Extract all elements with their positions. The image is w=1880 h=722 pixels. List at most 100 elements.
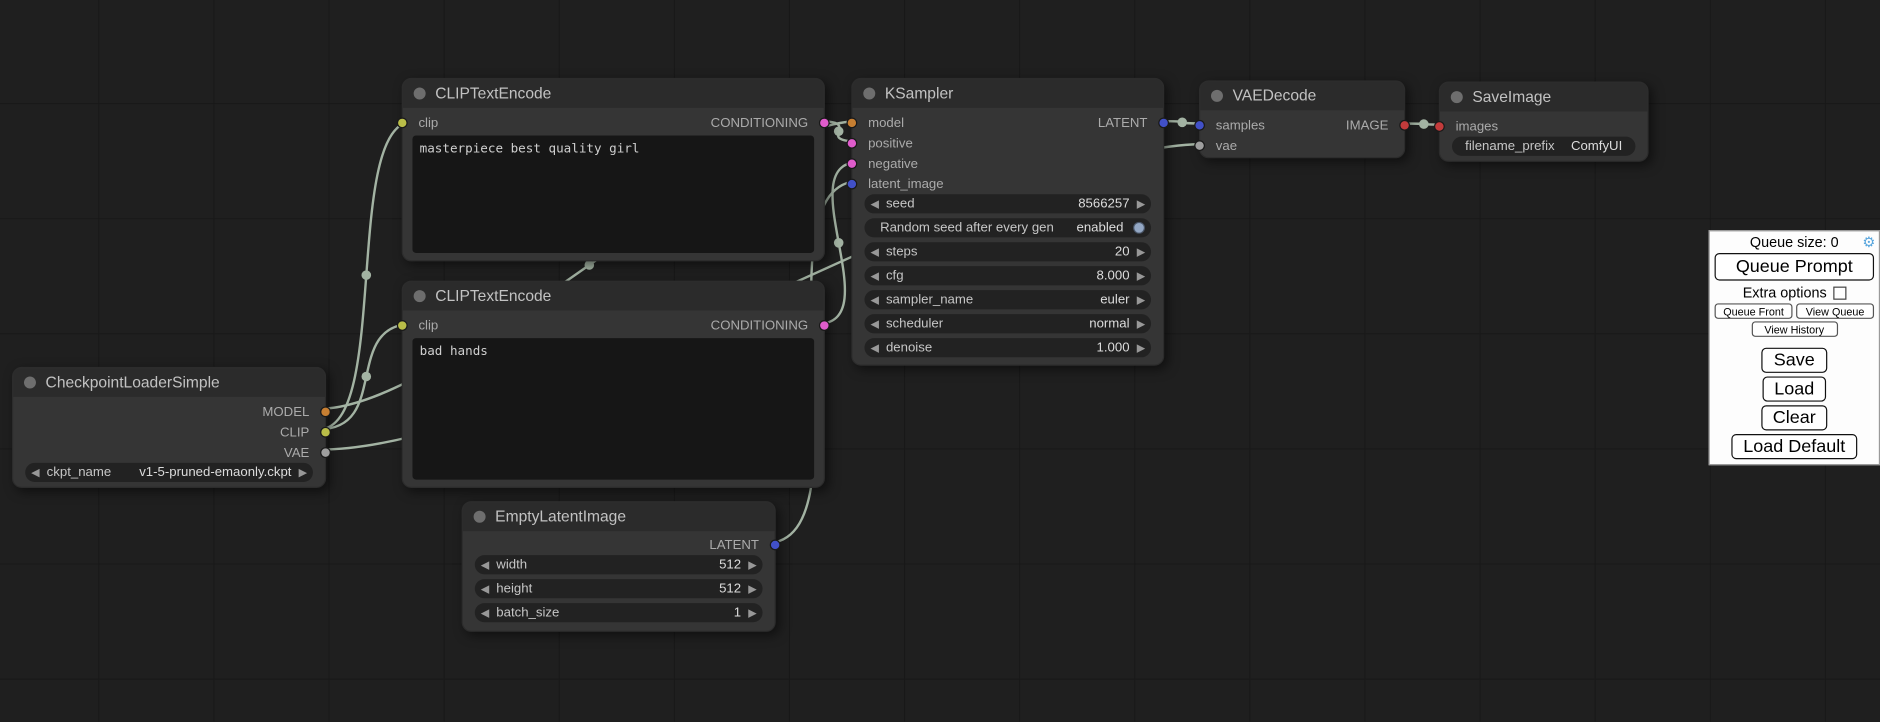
widget-scheduler[interactable]: ◀ scheduler normal ▶ bbox=[864, 314, 1151, 333]
increment-arrow-icon[interactable]: ▶ bbox=[748, 559, 756, 570]
load-button[interactable]: Load bbox=[1762, 376, 1826, 401]
output-label-latent: LATENT bbox=[709, 538, 759, 552]
decrement-arrow-icon[interactable]: ◀ bbox=[481, 583, 489, 594]
node-title[interactable]: CLIPTextEncode bbox=[403, 79, 824, 108]
view-queue-button[interactable]: View Queue bbox=[1796, 303, 1874, 319]
save-button[interactable]: Save bbox=[1762, 348, 1827, 373]
widget-cfg[interactable]: ◀ cfg 8.000 ▶ bbox=[864, 266, 1151, 285]
node-clip-text-encode-negative[interactable]: CLIPTextEncode clip CONDITIONING bad han… bbox=[402, 281, 825, 488]
node-vae-decode[interactable]: VAEDecode IMAGE samples vae bbox=[1199, 80, 1405, 158]
collapse-dot-icon[interactable] bbox=[414, 88, 426, 100]
collapse-dot-icon[interactable] bbox=[474, 511, 486, 523]
view-history-button[interactable]: View History bbox=[1751, 321, 1837, 337]
node-title[interactable]: CheckpointLoaderSimple bbox=[13, 368, 325, 397]
widget-batch-size[interactable]: ◀ batch_size 1 ▶ bbox=[475, 603, 763, 622]
widget-sampler-name[interactable]: ◀ sampler_name euler ▶ bbox=[864, 290, 1151, 309]
increment-arrow-icon[interactable]: ▶ bbox=[1137, 246, 1145, 257]
increment-arrow-icon[interactable]: ▶ bbox=[1137, 294, 1145, 305]
queue-front-button[interactable]: Queue Front bbox=[1715, 303, 1793, 319]
widget-value: euler bbox=[1100, 293, 1129, 307]
widget-value: ComfyUI bbox=[1571, 139, 1622, 153]
output-slot-vae[interactable] bbox=[320, 447, 331, 458]
collapse-dot-icon[interactable] bbox=[24, 376, 36, 388]
widget-height[interactable]: ◀ height 512 ▶ bbox=[475, 579, 763, 598]
increment-arrow-icon[interactable]: ▶ bbox=[1137, 270, 1145, 281]
decrement-arrow-icon[interactable]: ◀ bbox=[31, 467, 39, 478]
input-slot-images[interactable] bbox=[1434, 121, 1445, 132]
output-slot-model[interactable] bbox=[320, 406, 331, 417]
increment-arrow-icon[interactable]: ▶ bbox=[748, 607, 756, 618]
node-title[interactable]: VAEDecode bbox=[1200, 82, 1404, 111]
node-clip-text-encode-positive[interactable]: CLIPTextEncode clip CONDITIONING masterp… bbox=[402, 78, 825, 261]
extra-options-checkbox[interactable] bbox=[1833, 287, 1846, 300]
settings-gear-icon[interactable]: ⚙ bbox=[1862, 234, 1875, 252]
widget-label: batch_size bbox=[496, 605, 559, 619]
increment-arrow-icon[interactable]: ▶ bbox=[299, 467, 307, 478]
widget-width[interactable]: ◀ width 512 ▶ bbox=[475, 555, 763, 574]
widget-value: 1 bbox=[734, 605, 741, 619]
widget-seed[interactable]: ◀ seed 8566257 ▶ bbox=[864, 194, 1151, 213]
decrement-arrow-icon[interactable]: ◀ bbox=[870, 294, 878, 305]
widget-random-seed-toggle[interactable]: Random seed after every gen enabled bbox=[864, 218, 1151, 237]
link-midpoint-dot bbox=[361, 372, 371, 382]
widget-label: cfg bbox=[886, 269, 904, 283]
load-default-button[interactable]: Load Default bbox=[1731, 434, 1857, 459]
decrement-arrow-icon[interactable]: ◀ bbox=[870, 318, 878, 329]
widget-value: 8566257 bbox=[1078, 197, 1129, 211]
collapse-dot-icon[interactable] bbox=[863, 88, 875, 100]
input-slot-clip[interactable] bbox=[397, 320, 408, 331]
widget-value: 512 bbox=[719, 582, 741, 596]
prompt-textarea[interactable]: bad hands bbox=[412, 338, 814, 479]
collapse-dot-icon[interactable] bbox=[1211, 90, 1223, 102]
queue-prompt-button[interactable]: Queue Prompt bbox=[1715, 253, 1874, 281]
output-slot-latent[interactable] bbox=[770, 540, 781, 551]
decrement-arrow-icon[interactable]: ◀ bbox=[870, 270, 878, 281]
increment-arrow-icon[interactable]: ▶ bbox=[1137, 198, 1145, 209]
input-slot-positive[interactable] bbox=[846, 138, 857, 149]
input-slot-model[interactable] bbox=[846, 118, 857, 129]
input-slot-negative[interactable] bbox=[846, 158, 857, 169]
widget-ckpt-name[interactable]: ◀ ckpt_name v1-5-pruned-emaonly.ckpt ▶ bbox=[25, 463, 313, 482]
input-label-negative: negative bbox=[868, 156, 918, 170]
node-title[interactable]: SaveImage bbox=[1440, 83, 1647, 112]
collapse-dot-icon[interactable] bbox=[1451, 91, 1463, 103]
increment-arrow-icon[interactable]: ▶ bbox=[748, 583, 756, 594]
widget-denoise[interactable]: ◀ denoise 1.000 ▶ bbox=[864, 338, 1151, 357]
input-label-samples: samples bbox=[1216, 118, 1265, 132]
output-slot-conditioning[interactable] bbox=[819, 118, 830, 129]
node-save-image[interactable]: SaveImage images filename_prefix ComfyUI bbox=[1439, 82, 1649, 162]
input-label-images: images bbox=[1456, 119, 1499, 133]
node-ksampler[interactable]: KSampler LATENT model positive negative … bbox=[851, 78, 1164, 366]
input-slot-clip[interactable] bbox=[397, 118, 408, 129]
node-empty-latent-image[interactable]: EmptyLatentImage LATENT ◀ width 512 ▶ ◀ … bbox=[462, 501, 776, 632]
input-label-positive: positive bbox=[868, 136, 913, 150]
increment-arrow-icon[interactable]: ▶ bbox=[1137, 342, 1145, 353]
toggle-icon[interactable] bbox=[1133, 222, 1145, 234]
widget-filename-prefix[interactable]: filename_prefix ComfyUI bbox=[1452, 137, 1635, 156]
widget-value: 8.000 bbox=[1097, 269, 1130, 283]
increment-arrow-icon[interactable]: ▶ bbox=[1137, 318, 1145, 329]
node-checkpoint-loader[interactable]: CheckpointLoaderSimple MODEL CLIP VAE ◀ … bbox=[12, 367, 326, 488]
widget-label: filename_prefix bbox=[1465, 139, 1554, 153]
decrement-arrow-icon[interactable]: ◀ bbox=[870, 342, 878, 353]
decrement-arrow-icon[interactable]: ◀ bbox=[481, 607, 489, 618]
node-graph-canvas[interactable]: CheckpointLoaderSimple MODEL CLIP VAE ◀ … bbox=[0, 0, 1880, 722]
widget-value: v1-5-pruned-emaonly.ckpt bbox=[139, 465, 291, 479]
input-slot-vae[interactable] bbox=[1194, 140, 1205, 151]
widget-value: 1.000 bbox=[1097, 341, 1130, 355]
decrement-arrow-icon[interactable]: ◀ bbox=[870, 246, 878, 257]
collapse-dot-icon[interactable] bbox=[414, 290, 426, 302]
clear-button[interactable]: Clear bbox=[1761, 405, 1828, 430]
decrement-arrow-icon[interactable]: ◀ bbox=[481, 559, 489, 570]
input-slot-latent-image[interactable] bbox=[846, 179, 857, 190]
output-slot-conditioning[interactable] bbox=[819, 320, 830, 331]
node-title[interactable]: KSampler bbox=[852, 79, 1163, 108]
node-title[interactable]: EmptyLatentImage bbox=[463, 502, 775, 531]
node-title[interactable]: CLIPTextEncode bbox=[403, 282, 824, 311]
decrement-arrow-icon[interactable]: ◀ bbox=[870, 198, 878, 209]
input-slot-samples[interactable] bbox=[1194, 120, 1205, 131]
node-title-label: EmptyLatentImage bbox=[495, 507, 626, 525]
widget-steps[interactable]: ◀ steps 20 ▶ bbox=[864, 242, 1151, 261]
prompt-textarea[interactable]: masterpiece best quality girl bbox=[412, 135, 814, 253]
output-slot-clip[interactable] bbox=[320, 427, 331, 438]
